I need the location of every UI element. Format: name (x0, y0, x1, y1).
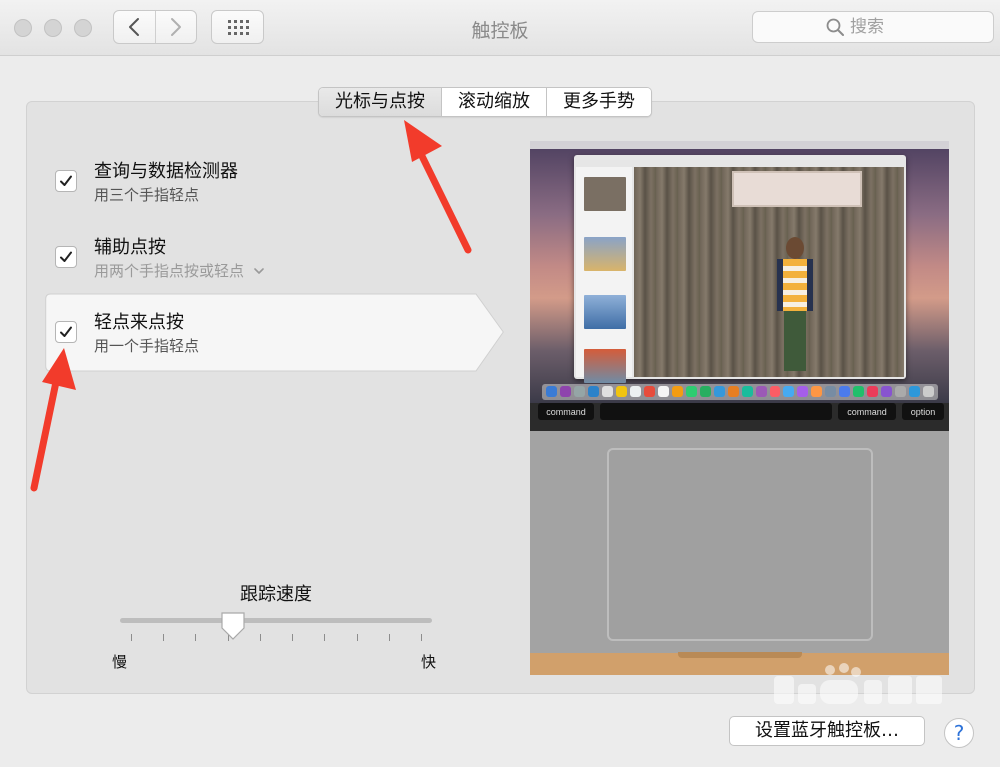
baidu-watermark-logo (774, 663, 942, 704)
tracking-speed-track[interactable] (120, 618, 432, 623)
preview-thumbnail (584, 349, 626, 383)
slider-tick (259, 634, 261, 641)
slider-tick (195, 634, 197, 641)
tracking-speed-thumb[interactable] (220, 611, 246, 641)
slider-tick (421, 634, 422, 641)
preview-key: command (838, 403, 896, 420)
preview-thumbnail (584, 295, 626, 329)
tab-bar: 光标与点按 滚动缩放 更多手势 (318, 87, 652, 117)
secondary-click-dropdown[interactable]: 用两个手指点按或轻点 (94, 260, 265, 281)
tab-more-gestures[interactable]: 更多手势 (546, 88, 651, 116)
slider-tick (131, 634, 132, 641)
preview-thumbnail (584, 177, 626, 211)
tap-to-click-checkbox[interactable] (55, 321, 77, 343)
preview-person-pants (784, 311, 806, 371)
slider-max-label: 快 (421, 653, 437, 671)
search-icon (826, 18, 844, 36)
option-title: 查询与数据检测器 (94, 161, 238, 182)
setup-bluetooth-trackpad-button[interactable]: 设置蓝牙触控板… (729, 716, 925, 746)
slider-min-label: 慢 (112, 653, 128, 671)
slider-tick (356, 634, 358, 641)
preview-key: option (902, 403, 944, 420)
lookup-checkbox[interactable] (55, 170, 77, 192)
option-subtitle: 用一个手指轻点 (94, 337, 200, 355)
option-subtitle: 用两个手指点按或轻点 (94, 262, 245, 280)
preview-sidebar (576, 167, 632, 383)
option-title: 轻点来点按 (94, 312, 184, 333)
slider-tick (324, 634, 326, 641)
preview-laptop-notch (678, 652, 802, 658)
option-title: 辅助点按 (94, 237, 166, 258)
preview-app-window (574, 155, 906, 383)
tracking-speed-label: 跟踪速度 (240, 584, 312, 605)
preview-key: command (538, 403, 594, 420)
preview-person-shirt (777, 259, 813, 311)
preview-photo (634, 167, 904, 377)
option-subtitle: 用三个手指轻点 (94, 186, 200, 204)
preview-trackpad (607, 448, 873, 641)
gesture-preview-video: command command option (530, 141, 949, 675)
checkmark-icon (60, 175, 72, 186)
preview-keyboard: command command option (530, 403, 949, 431)
title-bar: 触控板 (0, 0, 1000, 56)
search-input[interactable] (850, 17, 920, 37)
preview-menubar (530, 141, 949, 149)
preview-spacebar (600, 403, 832, 420)
slider-tick (163, 634, 165, 641)
preview-dock (542, 384, 938, 400)
slider-tick (292, 634, 294, 641)
help-button[interactable]: ? (944, 718, 974, 748)
checkmark-icon (60, 326, 72, 337)
secondary-click-checkbox[interactable] (55, 246, 77, 268)
annotation-arrow-icon (404, 120, 472, 254)
option-tap-to-click[interactable]: 轻点来点按 用一个手指轻点 (40, 293, 510, 373)
preview-thumbnail (584, 237, 626, 271)
preview-person (786, 237, 804, 259)
chevron-down-icon (253, 268, 264, 274)
annotation-arrow-icon (30, 348, 76, 492)
checkmark-icon (60, 251, 72, 262)
search-field[interactable] (752, 11, 994, 43)
preview-desktop (530, 141, 949, 403)
tab-point-and-click[interactable]: 光标与点按 (319, 88, 441, 116)
slider-tick (388, 634, 390, 641)
preview-photo-sign (732, 171, 862, 207)
tab-scroll-and-zoom[interactable]: 滚动缩放 (441, 88, 546, 116)
